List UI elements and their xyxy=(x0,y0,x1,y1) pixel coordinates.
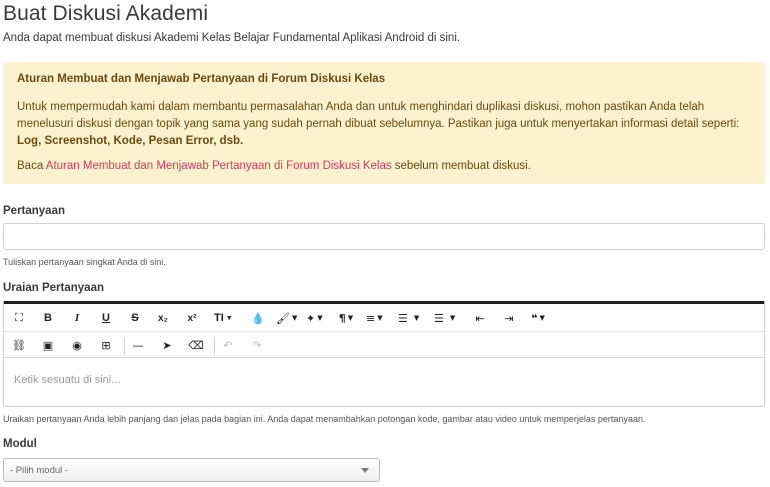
toolbar-divider xyxy=(124,337,125,355)
description-help: Uraikan pertanyaan Anda lebih panjang da… xyxy=(3,414,646,424)
page-title: Buat Diskusi Akademi xyxy=(3,2,209,25)
ordered-list-icon[interactable]: ☰ ▼ xyxy=(398,310,419,326)
module-selected-value: - Pilih modul - xyxy=(10,465,69,476)
description-label: Uraian Pertanyaan xyxy=(3,282,104,294)
description-editor[interactable]: ⛶ B I U S x₂ x² TI ▼ 💧 🖌 ▼ ✦ ▼ ¶ ▼ ≡ ▼ ☰ ▼ ☰ ▼ … xyxy=(3,301,765,407)
align-left-icon[interactable]: ≡ ▼ xyxy=(366,310,383,326)
notice-read-suffix: sebelum membuat diskusi. xyxy=(391,160,531,172)
table-icon[interactable]: ⊞ xyxy=(98,337,114,353)
link-icon[interactable]: ⛓ xyxy=(11,337,27,353)
page-subtitle: Anda dapat membuat diskusi Akademi Kelas… xyxy=(3,32,461,44)
undo-icon[interactable]: ↶ xyxy=(220,337,236,353)
notice-title: Aturan Membuat dan Menjawab Pertanyaan d… xyxy=(17,73,386,85)
toolbar-divider xyxy=(214,337,215,355)
magic-icon[interactable]: ✦ ▼ xyxy=(306,310,323,326)
superscript-icon[interactable]: x² xyxy=(184,310,200,326)
notice-body-text: Untuk mempermudah kami dalam membantu pe… xyxy=(17,101,740,130)
indent-icon[interactable]: ⇥ xyxy=(501,310,517,326)
rules-notice: Aturan Membuat dan Menjawab Pertanyaan d… xyxy=(3,62,765,184)
outdent-icon[interactable]: ⇤ xyxy=(472,310,488,326)
notice-body: Untuk mempermudah kami dalam membantu pe… xyxy=(17,99,747,150)
subscript-icon[interactable]: x₂ xyxy=(155,310,171,326)
editor-toolbar-row-1: ⛶ B I U S x₂ x² TI ▼ 💧 🖌 ▼ ✦ ▼ ¶ ▼ ≡ ▼ ☰ ▼ ☰ ▼ … xyxy=(4,304,764,332)
underline-icon[interactable]: U xyxy=(98,310,114,326)
camera-icon[interactable]: ◉ xyxy=(69,337,85,353)
paragraph-icon[interactable]: ¶ ▼ xyxy=(338,310,354,326)
italic-icon[interactable]: I xyxy=(69,310,85,326)
editor-placeholder: Ketik sesuatu di sini... xyxy=(14,374,121,386)
redo-icon[interactable]: ↷ xyxy=(249,337,265,353)
image-icon[interactable]: ▣ xyxy=(40,337,56,353)
question-label: Pertanyaan xyxy=(3,205,66,217)
module-label: Modul xyxy=(3,438,37,450)
font-size-icon[interactable]: TI ▼ xyxy=(214,310,233,326)
question-input[interactable] xyxy=(3,223,765,250)
notice-read-prefix: Baca xyxy=(17,160,46,172)
quote-icon[interactable]: ❝ ▼ xyxy=(530,310,546,326)
bold-icon[interactable]: B xyxy=(40,310,56,326)
color-icon[interactable]: 💧 xyxy=(250,310,266,326)
brush-icon[interactable]: 🖌 ▼ xyxy=(276,310,297,326)
notice-read-line: Baca Aturan Membuat dan Menjawab Pertany… xyxy=(17,160,751,172)
rules-link[interactable]: Aturan Membuat dan Menjawab Pertanyaan d… xyxy=(46,160,392,172)
notice-body-bold: Log, Screenshot, Kode, Pesan Error, dsb. xyxy=(17,135,244,147)
pointer-icon[interactable]: ➤ xyxy=(159,337,175,353)
module-select[interactable]: - Pilih modul - xyxy=(3,458,380,482)
strikethrough-icon[interactable]: S xyxy=(127,310,143,326)
eraser-icon[interactable]: ⌫ xyxy=(188,337,204,353)
fullscreen-icon[interactable]: ⛶ xyxy=(11,310,27,326)
editor-toolbar-row-2: ⛓ ▣ ◉ ⊞ — ➤ ⌫ ↶ ↷ xyxy=(4,332,764,358)
chevron-down-icon xyxy=(361,468,369,473)
question-help: Tuliskan pertanyaan singkat Anda di sini… xyxy=(3,257,166,267)
unordered-list-icon[interactable]: ☰ ▼ xyxy=(434,310,455,326)
horizontal-line-icon[interactable]: — xyxy=(130,337,146,353)
